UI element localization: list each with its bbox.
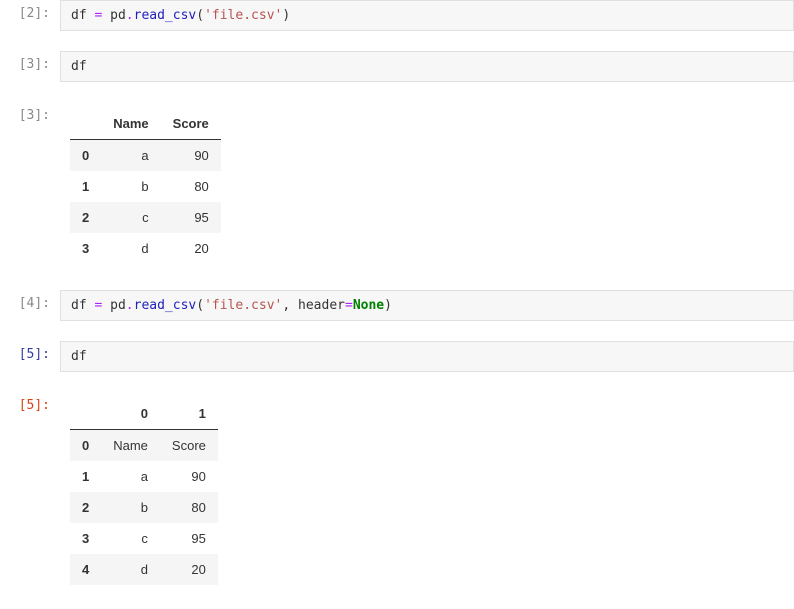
table-cell: b bbox=[101, 492, 160, 523]
table-row: 0NameScore bbox=[70, 430, 218, 462]
code-input[interactable]: df = pd.read_csv('file.csv', header=None… bbox=[60, 290, 794, 321]
table-header bbox=[70, 398, 101, 430]
table-row: 0a90 bbox=[70, 140, 221, 172]
code-input[interactable]: df bbox=[60, 51, 794, 82]
table-cell: 80 bbox=[160, 492, 218, 523]
code-cell: [2]: df = pd.read_csv('file.csv') bbox=[0, 0, 794, 31]
table-cell: 20 bbox=[161, 233, 221, 264]
row-index: 2 bbox=[70, 492, 101, 523]
table-cell: c bbox=[101, 523, 160, 554]
table-row: 3d20 bbox=[70, 233, 221, 264]
row-index: 0 bbox=[70, 430, 101, 462]
table-row: 2b80 bbox=[70, 492, 218, 523]
table-row: 1b80 bbox=[70, 171, 221, 202]
table-row: 4d20 bbox=[70, 554, 218, 585]
table-cell: Score bbox=[160, 430, 218, 462]
table-header: 1 bbox=[160, 398, 218, 430]
dataframe-table: 010NameScore1a902b803c954d20 bbox=[70, 398, 218, 585]
table-cell: 90 bbox=[161, 140, 221, 172]
dataframe-table: NameScore0a901b802c953d20 bbox=[70, 108, 221, 264]
table-cell: 80 bbox=[161, 171, 221, 202]
table-cell: 95 bbox=[161, 202, 221, 233]
table-cell: b bbox=[101, 171, 160, 202]
row-index: 4 bbox=[70, 554, 101, 585]
code-cell: [3]: df bbox=[0, 51, 794, 82]
table-cell: a bbox=[101, 461, 160, 492]
table-row: 3c95 bbox=[70, 523, 218, 554]
input-prompt: [3]: bbox=[0, 51, 60, 82]
code-cell: [5]: df bbox=[0, 341, 794, 372]
table-header: Score bbox=[161, 108, 221, 140]
row-index: 3 bbox=[70, 523, 101, 554]
output-prompt: [5]: bbox=[0, 392, 60, 591]
row-index: 0 bbox=[70, 140, 101, 172]
table-cell: 95 bbox=[160, 523, 218, 554]
table-cell: 90 bbox=[160, 461, 218, 492]
table-header: 0 bbox=[101, 398, 160, 430]
table-header: Name bbox=[101, 108, 160, 140]
table-row: 2c95 bbox=[70, 202, 221, 233]
input-prompt: [2]: bbox=[0, 0, 60, 31]
table-cell: 20 bbox=[160, 554, 218, 585]
input-prompt: [5]: bbox=[0, 341, 60, 372]
row-index: 3 bbox=[70, 233, 101, 264]
table-cell: a bbox=[101, 140, 160, 172]
table-cell: d bbox=[101, 554, 160, 585]
row-index: 2 bbox=[70, 202, 101, 233]
output-cell: [3]: NameScore0a901b802c953d20 bbox=[0, 102, 794, 270]
dataframe-output: NameScore0a901b802c953d20 bbox=[60, 102, 794, 270]
code-cell: [4]: df = pd.read_csv('file.csv', header… bbox=[0, 290, 794, 321]
row-index: 1 bbox=[70, 461, 101, 492]
table-cell: Name bbox=[101, 430, 160, 462]
table-cell: d bbox=[101, 233, 160, 264]
dataframe-output: 010NameScore1a902b803c954d20 bbox=[60, 392, 794, 591]
output-prompt: [3]: bbox=[0, 102, 60, 270]
table-row: 1a90 bbox=[70, 461, 218, 492]
table-header bbox=[70, 108, 101, 140]
input-prompt: [4]: bbox=[0, 290, 60, 321]
row-index: 1 bbox=[70, 171, 101, 202]
code-input[interactable]: df bbox=[60, 341, 794, 372]
output-cell: [5]: 010NameScore1a902b803c954d20 bbox=[0, 392, 794, 591]
table-cell: c bbox=[101, 202, 160, 233]
code-input[interactable]: df = pd.read_csv('file.csv') bbox=[60, 0, 794, 31]
